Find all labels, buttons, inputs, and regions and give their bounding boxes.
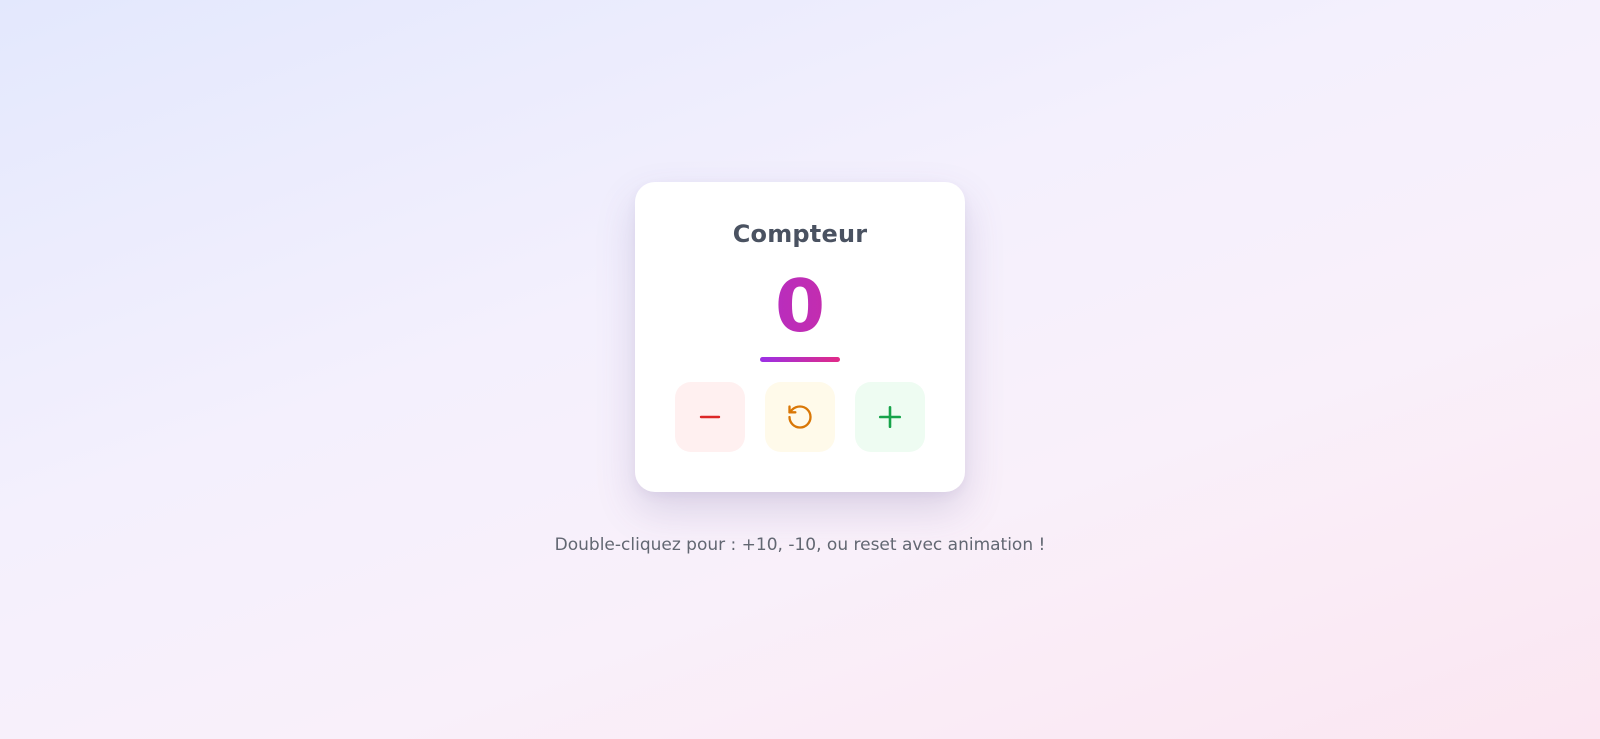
decrement-button[interactable] bbox=[675, 382, 745, 452]
value-underline bbox=[760, 357, 840, 362]
hint-text: Double-cliquez pour : +10, -10, ou reset… bbox=[554, 535, 1046, 555]
minus-icon bbox=[698, 405, 722, 429]
increment-button[interactable] bbox=[855, 382, 925, 452]
reset-button[interactable] bbox=[765, 382, 835, 452]
counter-card: Compteur 0 bbox=[635, 182, 965, 492]
counter-value: 0 bbox=[635, 270, 965, 342]
counter-title: Compteur bbox=[732, 220, 868, 248]
plus-icon bbox=[877, 404, 903, 430]
rotate-ccw-icon bbox=[786, 403, 814, 431]
